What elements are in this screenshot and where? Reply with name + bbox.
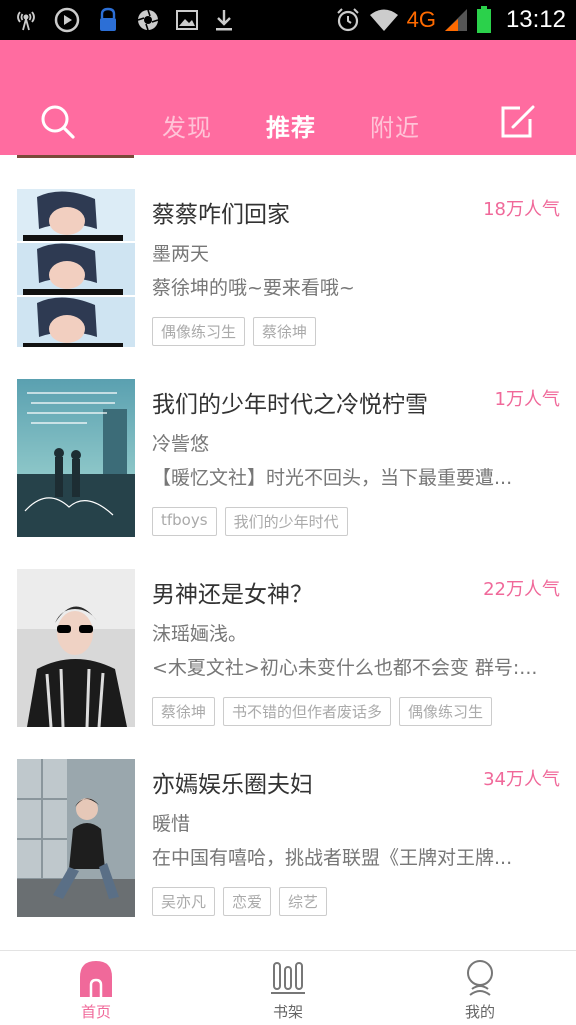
- tag[interactable]: 偶像练习生: [152, 317, 246, 346]
- tab-nearby[interactable]: 附近: [370, 108, 420, 143]
- alarm-icon: [335, 7, 361, 33]
- tag-list: 吴亦凡 恋爱 综艺: [152, 887, 328, 916]
- tag[interactable]: 吴亦凡: [152, 887, 216, 916]
- book-title[interactable]: 我们的少年时代之冷悦柠雪: [152, 385, 428, 419]
- cell-signal-icon: [444, 8, 468, 32]
- tag-list: 偶像练习生 蔡徐坤: [152, 317, 317, 346]
- home-arch-icon: [0, 959, 192, 997]
- signal-radio-icon: [14, 8, 38, 32]
- book-description: 蔡徐坤的哦~要来看哦~: [152, 277, 355, 299]
- list-item[interactable]: 男神还是女神？ 22万人气 沫瑶婳浅。 <木夏文社>初心未变什么也都不会变 群号…: [0, 569, 576, 729]
- bookshelf-icon: [192, 959, 384, 997]
- lock-icon: [96, 7, 120, 33]
- profile-icon: [384, 959, 576, 997]
- image-icon: [176, 10, 198, 30]
- book-title[interactable]: 男神还是女神？: [152, 575, 313, 609]
- book-title[interactable]: 蔡蔡咋们回家: [152, 195, 290, 229]
- book-description: <木夏文社>初心未变什么也都不会变 群号:...: [152, 657, 538, 679]
- nav-home[interactable]: 首页: [0, 951, 192, 1025]
- popularity-badge: 34万人气: [483, 769, 560, 790]
- tag[interactable]: 书不错的但作者废话多: [223, 697, 392, 726]
- status-bar: 4G 13:12: [0, 0, 576, 40]
- book-description: 在中国有嘻哈，挑战者联盟《王牌对王牌...: [152, 847, 513, 869]
- battery-icon: [476, 6, 492, 34]
- book-cover[interactable]: [17, 759, 135, 917]
- bottom-nav: 首页 书架 我的: [0, 950, 576, 1025]
- nav-bookshelf[interactable]: 书架: [192, 951, 384, 1025]
- download-icon: [214, 8, 234, 32]
- book-feed[interactable]: 蔡蔡咋们回家 18万人气 墨两天 蔡徐坤的哦~要来看哦~ 偶像练习生 蔡徐坤 我…: [0, 155, 576, 950]
- popularity-badge: 22万人气: [483, 579, 560, 600]
- book-author: 沫瑶婳浅。: [152, 623, 248, 645]
- top-header: 发现 推荐 附近: [0, 40, 576, 155]
- list-item[interactable]: 亦嫣娱乐圈夫妇 34万人气 暖惜 在中国有嘻哈，挑战者联盟《王牌对王牌... 吴…: [0, 759, 576, 919]
- popularity-badge: 1万人气: [494, 389, 560, 410]
- nav-bookshelf-label: 书架: [272, 1003, 303, 1021]
- tag[interactable]: 蔡徐坤: [152, 697, 216, 726]
- tab-recommend[interactable]: 推荐: [266, 108, 316, 143]
- book-cover[interactable]: [17, 189, 135, 347]
- book-author: 暖惜: [152, 813, 191, 835]
- clock-time: 13:12: [505, 6, 566, 33]
- nav-profile[interactable]: 我的: [384, 951, 576, 1025]
- book-description: 【暖忆文社】时光不回头，当下最重要遭...: [152, 467, 513, 489]
- list-item[interactable]: 蔡蔡咋们回家 18万人气 墨两天 蔡徐坤的哦~要来看哦~ 偶像练习生 蔡徐坤: [0, 189, 576, 349]
- tag-list: tfboys 我们的少年时代: [152, 507, 348, 536]
- book-cover[interactable]: [17, 379, 135, 537]
- aperture-icon: [136, 8, 160, 32]
- previous-item-edge: [17, 155, 134, 158]
- list-item[interactable]: 我们的少年时代之冷悦柠雪 1万人气 冷訾悠 【暖忆文社】时光不回头，当下最重要遭…: [0, 379, 576, 539]
- network-type: 4G: [406, 7, 436, 32]
- tag[interactable]: tfboys: [152, 507, 217, 536]
- status-right-icons: 4G 13:12: [335, 0, 566, 40]
- tag[interactable]: 蔡徐坤: [253, 317, 317, 346]
- popularity-badge: 18万人气: [483, 199, 560, 220]
- book-author: 墨两天: [152, 243, 210, 265]
- book-cover[interactable]: [17, 569, 135, 727]
- tag[interactable]: 恋爱: [223, 887, 272, 916]
- play-circle-icon: [54, 7, 80, 33]
- status-left-icons: [14, 0, 234, 40]
- tag-list: 蔡徐坤 书不错的但作者废话多 偶像练习生: [152, 697, 493, 726]
- tab-discover[interactable]: 发现: [162, 108, 212, 143]
- search-icon[interactable]: [40, 104, 76, 144]
- tag[interactable]: 综艺: [279, 887, 328, 916]
- compose-icon[interactable]: [500, 103, 536, 143]
- nav-home-label: 首页: [80, 1003, 111, 1021]
- wifi-icon: [369, 8, 399, 32]
- book-author: 冷訾悠: [152, 433, 210, 455]
- book-title[interactable]: 亦嫣娱乐圈夫妇: [152, 765, 313, 799]
- tag[interactable]: 我们的少年时代: [224, 507, 348, 536]
- nav-profile-label: 我的: [464, 1003, 495, 1021]
- tag[interactable]: 偶像练习生: [399, 697, 493, 726]
